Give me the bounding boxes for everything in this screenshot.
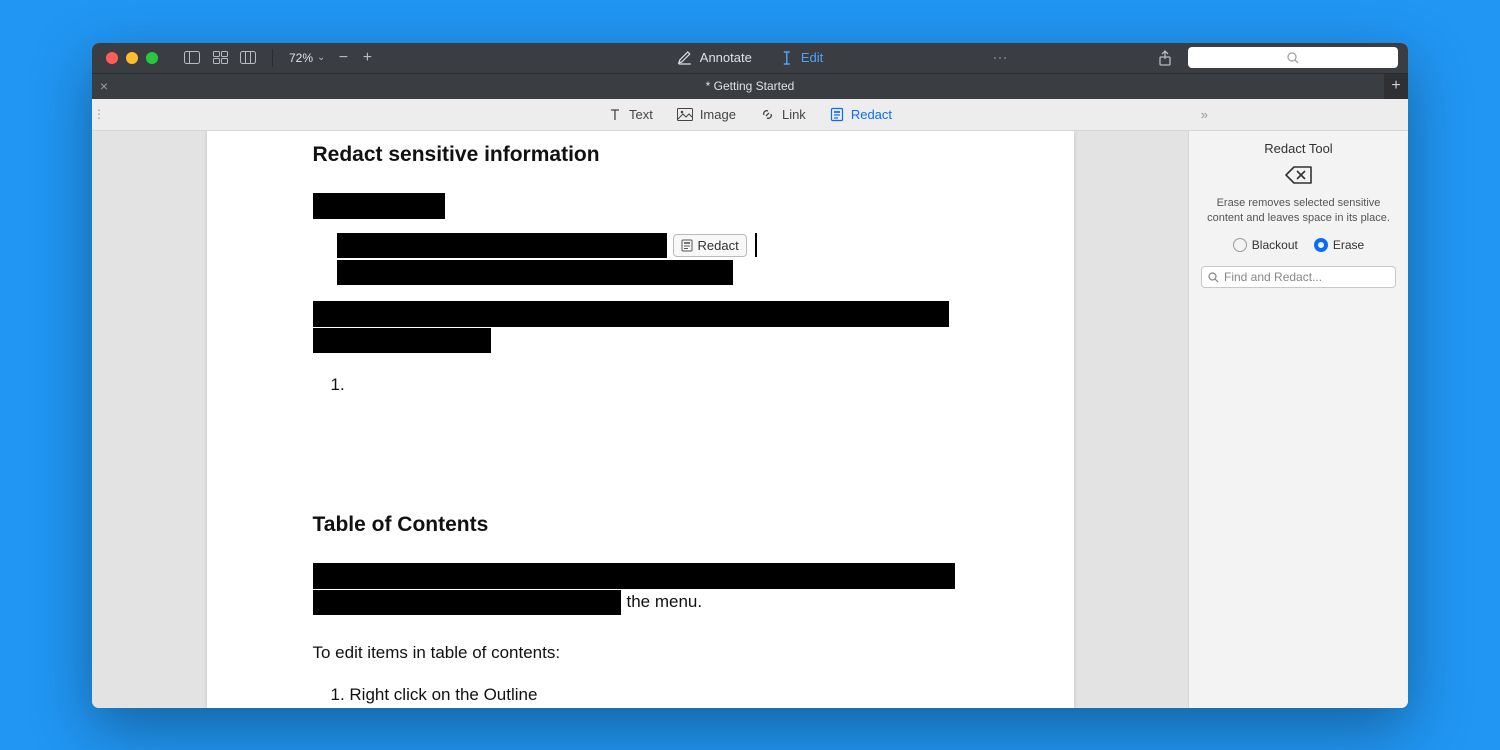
zoom-dropdown[interactable]: 72% ⌄	[289, 51, 325, 65]
chevron-down-icon: ⌄	[317, 52, 325, 63]
window-controls	[106, 52, 158, 64]
link-tool-icon	[760, 107, 775, 122]
section-heading: Table of Contents	[313, 513, 968, 537]
image-tool-button[interactable]: Image	[677, 107, 736, 122]
redact-popup[interactable]: Redact	[673, 234, 747, 257]
edit-label: Edit	[801, 50, 823, 65]
app-window: 72% ⌄ − + Annotate Edit	[92, 43, 1408, 708]
maximize-window-button[interactable]	[146, 52, 158, 64]
tab-title: * Getting Started	[706, 79, 795, 93]
zoom-out-button[interactable]: −	[334, 49, 352, 67]
search-icon	[1287, 52, 1299, 64]
link-tool-label: Link	[782, 107, 806, 122]
zoom-value: 72%	[289, 51, 313, 65]
tab-bar: × * Getting Started +	[92, 73, 1408, 99]
new-tab-button[interactable]: +	[1384, 74, 1408, 99]
search-input[interactable]	[1188, 47, 1398, 68]
redaction-block[interactable]	[313, 328, 491, 353]
link-tool-button[interactable]: Link	[760, 107, 806, 122]
image-tool-label: Image	[700, 107, 736, 122]
redaction-block[interactable]	[313, 301, 949, 327]
list-item: 1. Right click on the Outline	[331, 685, 968, 705]
blackout-radio[interactable]: Blackout	[1233, 238, 1298, 252]
list-item-number: 1.	[331, 375, 968, 395]
text-tool-label: Text	[629, 107, 653, 122]
text-tool-button[interactable]: Text	[608, 107, 653, 122]
edit-toolbar: ⋮ Text Image Link	[92, 99, 1408, 131]
redaction-block[interactable]	[313, 590, 621, 615]
erase-label: Erase	[1333, 238, 1364, 252]
text-tool-icon	[608, 107, 622, 122]
annotate-label: Annotate	[700, 50, 752, 65]
titlebar: 72% ⌄ − + Annotate Edit	[92, 43, 1408, 73]
edit-mode-button[interactable]: Edit	[780, 50, 823, 66]
split-view-icon[interactable]	[237, 47, 259, 69]
text-cursor-icon	[780, 50, 794, 66]
redact-popup-label: Redact	[698, 238, 739, 253]
redaction-block[interactable]	[337, 233, 667, 258]
redaction-block[interactable]	[313, 563, 955, 589]
document-viewport[interactable]: Redact sensitive information Redact 1	[92, 131, 1188, 708]
redaction-block[interactable]	[313, 193, 445, 219]
collapse-panel-icon[interactable]: »	[1201, 107, 1208, 122]
redact-tool-icon	[830, 107, 844, 122]
annotate-mode-button[interactable]: Annotate	[677, 50, 752, 66]
blackout-label: Blackout	[1252, 238, 1298, 252]
minimize-window-button[interactable]	[126, 52, 138, 64]
more-icon[interactable]	[989, 47, 1011, 69]
sidebar-toggle-icon[interactable]	[181, 47, 203, 69]
find-and-redact-input[interactable]: Find and Redact...	[1201, 266, 1396, 288]
erase-radio[interactable]: Erase	[1314, 238, 1364, 252]
find-placeholder: Find and Redact...	[1224, 270, 1322, 284]
document-page: Redact sensitive information Redact 1	[207, 131, 1074, 708]
redact-popup-icon	[681, 239, 693, 252]
drag-handle-icon[interactable]: ⋮	[92, 107, 106, 121]
share-icon[interactable]	[1154, 47, 1176, 69]
redaction-block[interactable]	[337, 260, 733, 285]
grid-view-icon[interactable]	[209, 47, 231, 69]
text-cursor	[755, 233, 757, 257]
redact-tool-label: Redact	[851, 107, 892, 122]
redact-tool-button[interactable]: Redact	[830, 107, 892, 122]
redact-sidebar: Redact Tool Erase removes selected sensi…	[1188, 131, 1408, 708]
close-tab-button[interactable]: ×	[92, 78, 116, 94]
image-tool-icon	[677, 108, 693, 121]
pen-icon	[677, 50, 693, 66]
close-window-button[interactable]	[106, 52, 118, 64]
sidebar-title: Redact Tool	[1201, 141, 1396, 156]
body-text: To edit items in table of contents:	[313, 643, 968, 663]
search-icon	[1208, 272, 1219, 283]
sidebar-description: Erase removes selected sensitive content…	[1201, 196, 1396, 227]
erase-icon	[1201, 164, 1396, 186]
section-heading: Redact sensitive information	[313, 143, 968, 167]
zoom-in-button[interactable]: +	[358, 49, 376, 67]
body-text: the menu.	[627, 592, 703, 612]
